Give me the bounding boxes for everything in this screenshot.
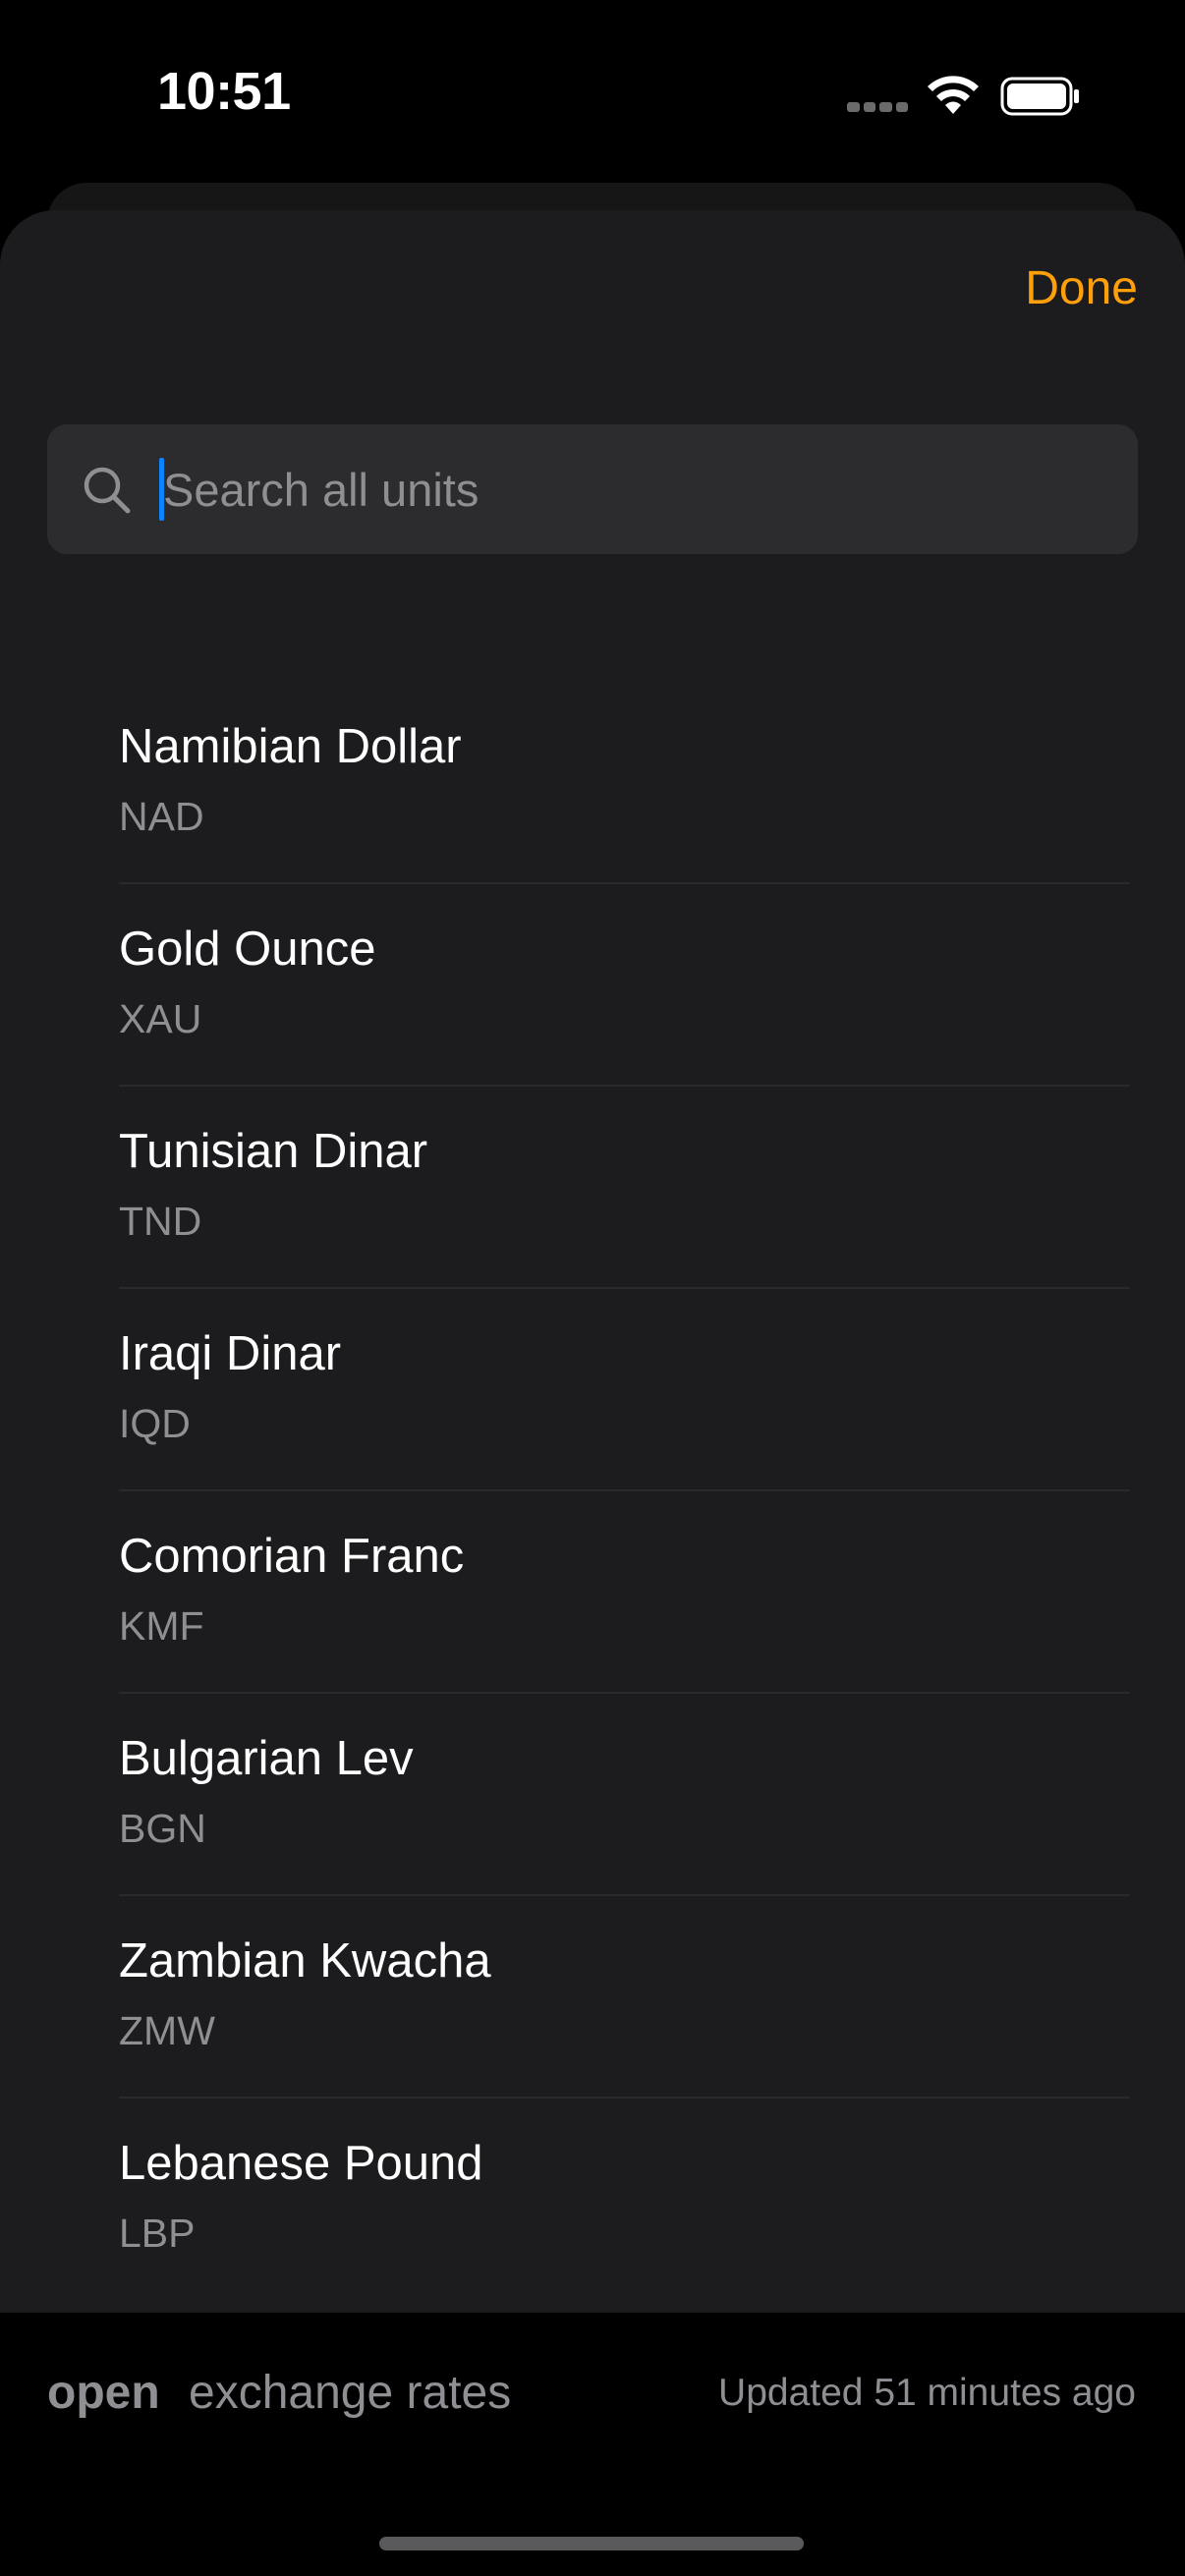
cellular-signal-icon xyxy=(847,102,908,116)
unit-code: TND xyxy=(119,1199,202,1244)
unit-code: IQD xyxy=(119,1401,191,1446)
unit-name: Comorian Franc xyxy=(119,1530,465,1583)
list-item[interactable]: Namibian Dollar NAD xyxy=(0,682,1185,884)
done-button[interactable]: Done xyxy=(1025,261,1138,315)
unit-code: KMF xyxy=(119,1603,204,1649)
unit-code: ZMW xyxy=(119,2008,215,2053)
unit-code: XAU xyxy=(119,996,202,1041)
list-item[interactable]: Lebanese Pound LBP xyxy=(0,2099,1185,2301)
updated-status: Updated 51 minutes ago xyxy=(718,2372,1136,2414)
list-item[interactable]: Bulgarian Lev BGN xyxy=(0,1694,1185,1896)
unit-name: Namibian Dollar xyxy=(119,720,462,773)
brand-logo-open[interactable]: open xyxy=(47,2366,160,2420)
unit-name: Lebanese Pound xyxy=(119,2137,483,2190)
unit-code: BGN xyxy=(119,1806,206,1851)
search-input[interactable] xyxy=(163,424,1106,554)
screen: 10:51 Done Namibian Dollar NAD Gold Ounc… xyxy=(0,0,1185,2576)
unit-name: Gold Ounce xyxy=(119,923,376,976)
list-item[interactable]: Tunisian Dinar TND xyxy=(0,1087,1185,1289)
unit-code: LBP xyxy=(119,2211,196,2256)
wifi-icon xyxy=(928,76,979,114)
battery-icon xyxy=(1000,77,1079,116)
list-item[interactable]: Zambian Kwacha ZMW xyxy=(0,1896,1185,2099)
list-item[interactable]: Gold Ounce XAU xyxy=(0,884,1185,1087)
search-icon xyxy=(84,467,131,514)
unit-name: Iraqi Dinar xyxy=(119,1327,342,1380)
search-bar[interactable] xyxy=(47,424,1138,554)
unit-name: Zambian Kwacha xyxy=(119,1934,491,1988)
unit-name: Bulgarian Lev xyxy=(119,1732,414,1785)
brand-logo-text[interactable]: exchange rates xyxy=(189,2366,511,2420)
unit-list: Namibian Dollar NAD Gold Ounce XAU Tunis… xyxy=(0,682,1185,2301)
unit-name: Tunisian Dinar xyxy=(119,1125,428,1178)
list-item[interactable]: Iraqi Dinar IQD xyxy=(0,1289,1185,1491)
list-item[interactable]: Comorian Franc KMF xyxy=(0,1491,1185,1694)
home-indicator[interactable] xyxy=(379,2537,804,2550)
status-time: 10:51 xyxy=(157,62,291,121)
unit-code: NAD xyxy=(119,794,204,839)
